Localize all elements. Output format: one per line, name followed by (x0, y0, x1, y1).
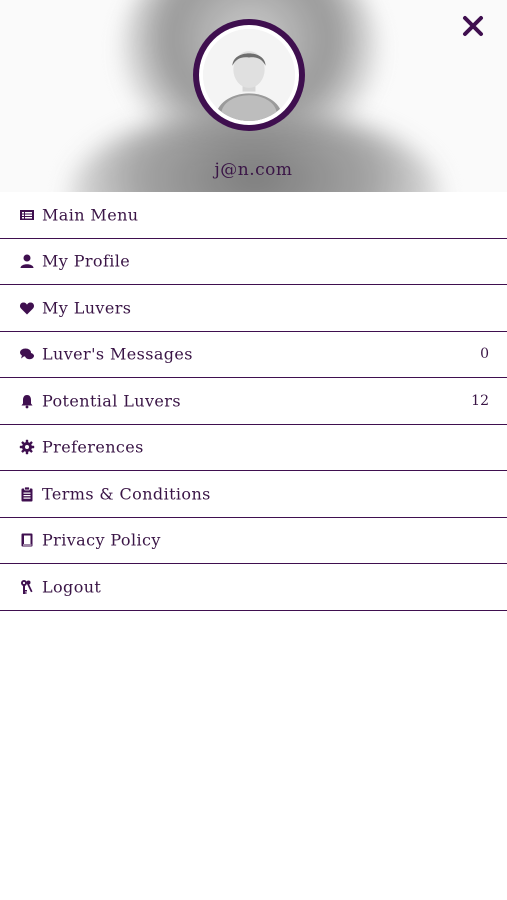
menu-item-label: Logout (42, 577, 102, 597)
user-avatar-image (203, 29, 295, 121)
clipboard-icon (18, 485, 36, 503)
menu-item-my-profile[interactable]: My Profile (0, 239, 507, 285)
menu-item-my-luvers[interactable]: My Luvers (0, 285, 507, 332)
close-button[interactable] (458, 11, 488, 41)
user-icon (18, 252, 36, 270)
profile-header: j@n.com (0, 0, 507, 192)
keys-icon (18, 578, 36, 596)
user-email: j@n.com (214, 160, 293, 180)
book-icon (18, 531, 36, 549)
menu-item-label: Terms & Conditions (42, 484, 211, 504)
menu-item-privacy-policy[interactable]: Privacy Policy (0, 518, 507, 564)
close-icon (463, 16, 483, 36)
potential-luvers-count-badge: 12 (471, 392, 489, 409)
menu-item-label: My Luvers (42, 298, 132, 318)
menu-item-label: Potential Luvers (42, 391, 181, 411)
bell-icon (18, 392, 36, 410)
menu-item-potential-luvers[interactable]: Potential Luvers 12 (0, 378, 507, 425)
menu-item-label: My Profile (42, 251, 131, 271)
menu-item-logout[interactable]: Logout (0, 564, 507, 611)
heart-icon (18, 299, 36, 317)
menu-item-preferences[interactable]: Preferences (0, 425, 507, 471)
menu-item-label: Luver's Messages (42, 344, 193, 364)
menu-item-label: Preferences (42, 437, 144, 457)
avatar[interactable] (193, 19, 305, 131)
menu-item-terms-conditions[interactable]: Terms & Conditions (0, 471, 507, 518)
messages-count-badge: 0 (480, 346, 489, 363)
side-menu: Main Menu My Profile My Luvers Luver's M… (0, 192, 507, 611)
gear-icon (18, 438, 36, 456)
menu-item-label: Main Menu (42, 205, 139, 225)
list-icon (18, 206, 36, 224)
menu-item-luvers-messages[interactable]: Luver's Messages 0 (0, 332, 507, 378)
menu-item-label: Privacy Policy (42, 530, 161, 550)
menu-item-main-menu[interactable]: Main Menu (0, 192, 507, 239)
chat-icon (18, 345, 36, 363)
